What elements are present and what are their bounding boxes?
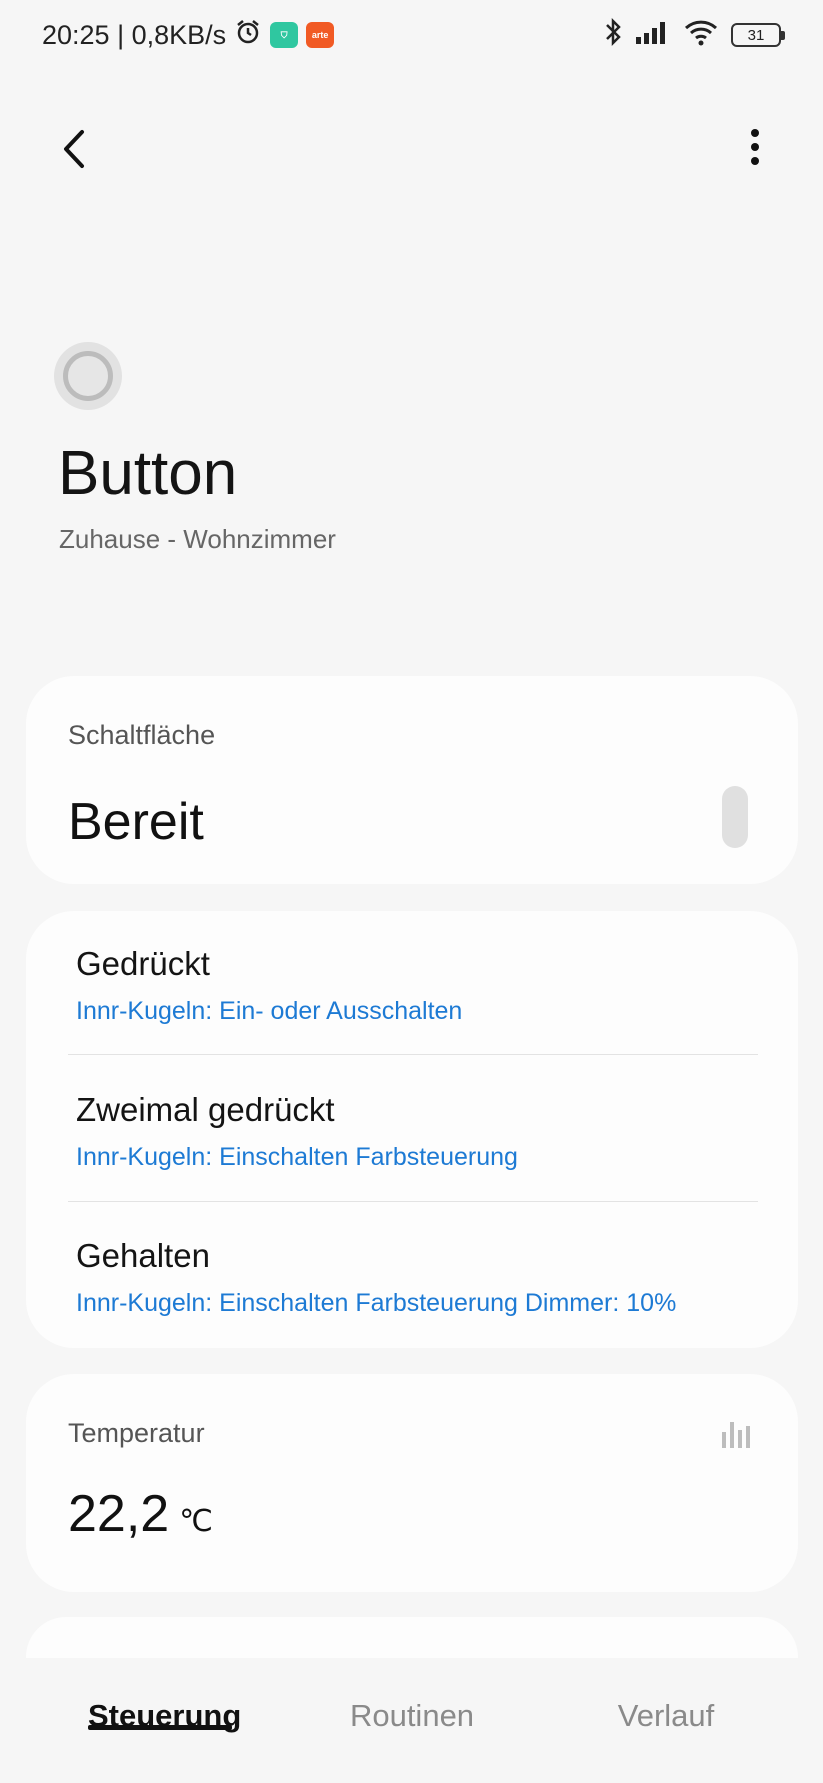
action-title: Gedrückt [76, 945, 210, 982]
alarm-icon [234, 18, 262, 53]
switch-card-label: Schaltfläche [68, 720, 216, 750]
wifi-icon [683, 18, 719, 53]
temperature-unit: ℃ [179, 1505, 213, 1538]
action-description: Innr-Kugeln: Ein- oder Ausschalten [76, 997, 463, 1025]
status-right: 31 [603, 17, 785, 54]
more-vertical-icon [751, 129, 759, 165]
status-bar: 20:25 | 0,8KB/s ⛉ arte 31 [0, 0, 823, 70]
top-nav [0, 100, 823, 200]
action-title: Gehalten [76, 1237, 210, 1274]
divider [68, 1201, 758, 1202]
back-button[interactable] [52, 124, 102, 174]
action-description: Innr-Kugeln: Einschalten Farbsteuerung [76, 1143, 518, 1171]
action-item-held[interactable]: Gehalten Innr-Kugeln: Einschalten Farbst… [76, 1237, 766, 1318]
bottom-tab-bar: Steuerung Routinen Verlauf [0, 1658, 823, 1783]
action-description: Innr-Kugeln: Einschalten Farbsteuerung D… [76, 1289, 677, 1317]
back-arrow-icon [64, 130, 84, 168]
switch-status-card: Schaltfläche Bereit [26, 676, 798, 884]
status-time-speed: 20:25 | 0,8KB/s [42, 19, 227, 50]
switch-indicator[interactable] [722, 786, 748, 848]
active-tab-indicator [88, 1725, 232, 1730]
device-location: Zuhause - Wohnzimmer [59, 524, 336, 554]
status-left: 20:25 | 0,8KB/s ⛉ arte [42, 18, 335, 53]
more-options-button[interactable] [735, 122, 775, 172]
history-chart-icon[interactable] [720, 1418, 752, 1450]
action-title: Zweimal gedrückt [76, 1091, 335, 1128]
temperature-reading: 22,2 ℃ [68, 1484, 213, 1544]
divider [68, 1054, 758, 1055]
temperature-value: 22,2 [68, 1485, 170, 1543]
device-button-icon [54, 342, 122, 410]
action-item-pressed[interactable]: Gedrückt Innr-Kugeln: Ein- oder Ausschal… [76, 945, 766, 1026]
temperature-label: Temperatur [68, 1418, 205, 1448]
battery-icon: 31 [731, 23, 785, 47]
actions-card: Gedrückt Innr-Kugeln: Ein- oder Ausschal… [26, 911, 798, 1348]
switch-status-value: Bereit [68, 793, 204, 851]
signal-icon [635, 19, 671, 52]
action-item-double-pressed[interactable]: Zweimal gedrückt Innr-Kugeln: Einschalte… [76, 1091, 766, 1172]
temperature-card[interactable]: Temperatur 22,2 ℃ [26, 1374, 798, 1592]
arte-app-icon: arte [306, 22, 335, 48]
bluetooth-icon [603, 17, 623, 54]
shield-app-icon: ⛉ [270, 22, 299, 48]
tab-routinen[interactable]: Routinen [340, 1698, 484, 1734]
page-title: Button [58, 439, 238, 508]
tab-verlauf[interactable]: Verlauf [594, 1698, 738, 1734]
